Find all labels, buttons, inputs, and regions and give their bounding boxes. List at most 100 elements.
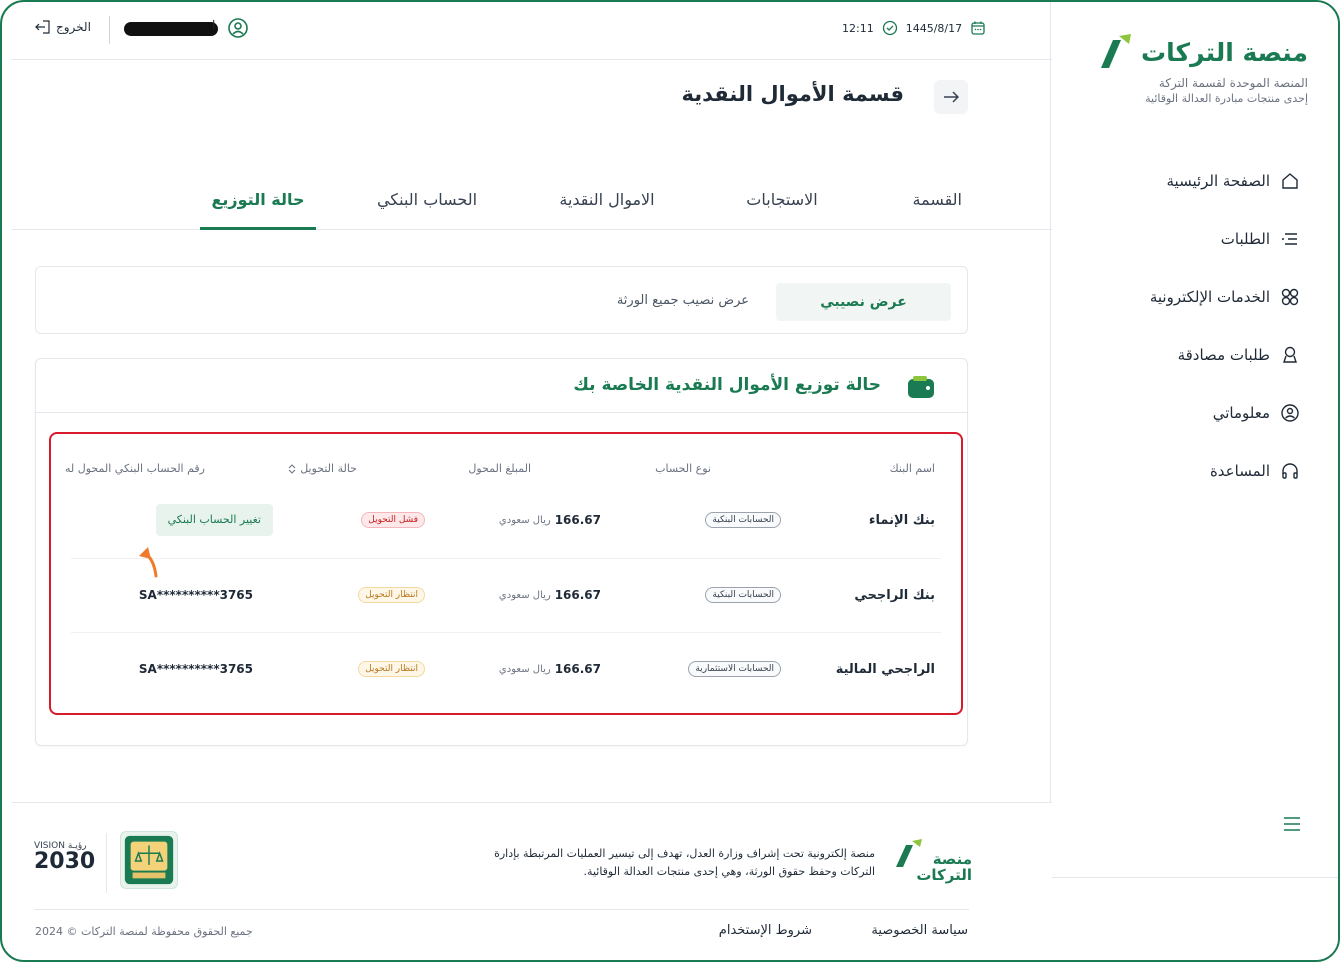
- brand-subtitle: المنصة الموحدة لقسمة التركة: [1158, 76, 1308, 90]
- amount-value: 166.67: [554, 588, 601, 602]
- sidebar-item-help[interactable]: المساعدة: [1070, 442, 1300, 500]
- account-type-badge: الحسابات الاستثمارية: [688, 661, 781, 677]
- bank-name: بنك الإنماء: [868, 512, 935, 528]
- sidebar-item-label: المساعدة: [1209, 462, 1270, 480]
- sidebar-item-label: معلوماتي: [1212, 404, 1270, 422]
- headset-icon: [1282, 463, 1298, 479]
- all-heirs-share-toggle[interactable]: عرض نصيب جميع الورثة: [617, 293, 749, 308]
- footer-description-line2: التركات وحفظ حقوق الورثة، وهي إحدى منتجا…: [583, 865, 875, 878]
- sidebar-item-eservices[interactable]: الخدمات الإلكترونية: [1070, 268, 1300, 326]
- tab-distribution-status[interactable]: حالة التوزيع: [200, 190, 316, 230]
- status-badge: انتظار التحويل: [358, 661, 425, 677]
- page-title: قسمة الأموال النقدية: [681, 82, 905, 106]
- footer-description: منصة إلكترونية تحت إشراف وزارة العدل، ته…: [472, 845, 875, 881]
- amount-cell: 166.67 ريال سعودي: [499, 633, 601, 705]
- privacy-policy-link[interactable]: سياسة الخصوصية: [871, 923, 968, 938]
- status-cell: انتظار التحويل: [358, 559, 425, 631]
- brand-title: منصة التركات: [1141, 37, 1308, 67]
- account-type-badge: الحسابات البنكية: [705, 587, 781, 603]
- currency-label: ريال سعودي: [498, 589, 551, 601]
- topbar-divider: [109, 16, 110, 44]
- bank-name: الراجحي المالية: [835, 661, 935, 677]
- app-frame: منصة التركات المنصة الموحدة لقسمة التركة…: [0, 0, 1340, 962]
- ministry-seal-icon: [120, 831, 178, 889]
- user-circle-icon: [1281, 404, 1299, 422]
- brand-logo[interactable]: منصة التركات المنصة الموحدة لقسمة التركة…: [1078, 32, 1308, 105]
- column-header-bank: اسم البنك: [889, 462, 935, 475]
- tab-division[interactable]: القسمة: [900, 190, 962, 230]
- amount-value: 166.67: [554, 662, 601, 676]
- calendar-icon: [971, 21, 985, 35]
- topbar: الخروج ا 12:11 1445/8/17: [12, 2, 1052, 60]
- arrow-right-icon: [944, 91, 959, 103]
- sidebar: منصة التركات المنصة الموحدة لقسمة التركة…: [1050, 2, 1338, 960]
- footer-divider: [106, 833, 107, 893]
- my-share-toggle[interactable]: عرض نصيبي: [776, 283, 951, 321]
- logout-button[interactable]: الخروج: [34, 20, 91, 34]
- status-cell: انتظار التحويل: [358, 633, 425, 705]
- change-bank-account-button[interactable]: تغيير الحساب البنكي: [155, 504, 273, 536]
- date-text: 1445/8/17: [905, 21, 963, 35]
- tab-bar: القسمة الاستجابات الاموال النقدية الحساب…: [182, 190, 962, 230]
- footer-description-line1: منصة إلكترونية تحت إشراف وزارة العدل، ته…: [494, 847, 875, 860]
- column-header-amount: المبلغ المحول: [468, 462, 531, 475]
- amount-cell: 166.67 ريال سعودي: [499, 484, 601, 556]
- tab-cash-funds[interactable]: الاموال النقدية: [542, 190, 672, 230]
- column-header-account-type: نوع الحساب: [655, 462, 711, 475]
- sidebar-item-profile[interactable]: معلوماتي: [1070, 384, 1300, 442]
- certificate-icon: [1283, 346, 1297, 363]
- status-cell: فشل التحويل: [361, 484, 425, 556]
- bank-name: بنك الراجحي: [854, 587, 935, 603]
- time-text: 12:11: [842, 21, 874, 35]
- tab-bank-account[interactable]: الحساب البنكي: [362, 190, 492, 230]
- distribution-card-header: حالة توزيع الأموال النقدية الخاصة بك: [36, 359, 967, 413]
- status-badge: انتظار التحويل: [358, 587, 425, 603]
- share-view-toggle: عرض نصيبي عرض نصيب جميع الورثة: [35, 266, 968, 334]
- column-header-iban: رقم الحساب البنكي المحول له: [65, 462, 205, 475]
- main-content: الخروج ا 12:11 1445/8/17 قسمة الأموال ال…: [12, 2, 1052, 960]
- logout-label: الخروج: [56, 20, 91, 34]
- sidebar-item-home[interactable]: الصفحة الرئيسية: [1070, 152, 1300, 210]
- action-cell: تغيير الحساب البنكي: [155, 484, 273, 556]
- sort-icon: [288, 463, 296, 474]
- logout-icon: [35, 20, 50, 34]
- account-type-badge: الحسابات البنكية: [705, 512, 781, 528]
- currency-label: ريال سعودي: [498, 514, 551, 526]
- sidebar-item-label: الخدمات الإلكترونية: [1149, 288, 1270, 306]
- sidebar-nav: الصفحة الرئيسية الطلبات الخدمات الإلكترو…: [1070, 152, 1300, 500]
- clock-icon: [882, 20, 897, 36]
- footer-brand-mark-icon: [896, 839, 922, 867]
- footer-separator: [34, 909, 969, 910]
- column-header-status[interactable]: حالة التحويل: [288, 462, 357, 475]
- table-row: الراجحي المالية الحسابات الاستثمارية 166…: [71, 632, 941, 704]
- wallet-icon: [908, 376, 934, 398]
- menu-icon[interactable]: [1282, 814, 1302, 834]
- sidebar-item-certification[interactable]: طلبات مصادقة: [1070, 326, 1300, 384]
- list-icon: [1282, 233, 1297, 245]
- terms-of-use-link[interactable]: شروط الإستخدام: [719, 923, 812, 938]
- grid-icon: [1281, 288, 1299, 306]
- distribution-table: اسم البنك نوع الحساب المبلغ المحول حالة …: [49, 432, 963, 715]
- footer: منصة التركات منصة إلكترونية تحت إشراف وز…: [12, 802, 1052, 960]
- copyright-text: جميع الحقوق محفوظة لمنصة التركات © 2024: [35, 925, 253, 938]
- vision-year: 2030: [34, 849, 96, 874]
- tab-responses[interactable]: الاستجابات: [732, 190, 832, 230]
- distribution-card: حالة توزيع الأموال النقدية الخاصة بك اسم…: [35, 358, 968, 746]
- iban-value: SA**********3765: [138, 662, 253, 676]
- user-icon[interactable]: [227, 17, 249, 39]
- brand-subtitle-2: إحدى منتجات مبادرة العدالة الوقائية: [1145, 92, 1308, 105]
- status-badge: فشل التحويل: [361, 512, 425, 528]
- home-icon: [1282, 173, 1298, 189]
- sidebar-item-requests[interactable]: الطلبات: [1070, 210, 1300, 268]
- column-header-status-label: حالة التحويل: [300, 462, 357, 475]
- annotation-arrow-up-icon: [139, 547, 158, 578]
- username-redacted: [124, 22, 218, 36]
- amount-cell: 166.67 ريال سعودي: [499, 559, 601, 631]
- table-row: بنك الإنماء الحسابات البنكية 166.67 ريال…: [71, 484, 941, 556]
- back-button[interactable]: [934, 80, 968, 114]
- distribution-title: حالة توزيع الأموال النقدية الخاصة بك: [573, 375, 881, 395]
- sidebar-item-label: الطلبات: [1220, 230, 1270, 248]
- page-header: قسمة الأموال النقدية القسمة الاستجابات ا…: [12, 64, 1052, 230]
- username-initial: ا: [212, 18, 216, 32]
- footer-logo[interactable]: منصة التركات: [892, 837, 972, 883]
